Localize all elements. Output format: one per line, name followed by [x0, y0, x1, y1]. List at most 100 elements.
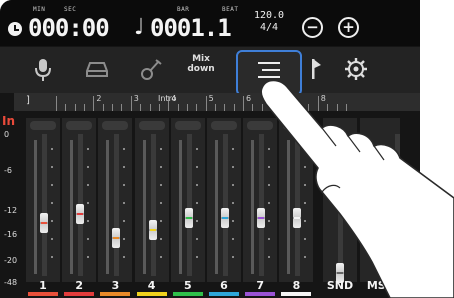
microphone-icon[interactable]	[34, 57, 52, 83]
ruler-tick	[214, 104, 216, 111]
mst-fader-track	[395, 134, 400, 276]
channel-fader[interactable]	[148, 220, 157, 241]
position-counter: 0001.1	[150, 14, 232, 42]
ruler-tick	[186, 104, 188, 111]
time-signature: 4/4	[259, 22, 279, 33]
scale-dot	[195, 238, 198, 240]
zoom-out-button[interactable]: −	[302, 17, 323, 38]
channel-number: 8	[292, 279, 301, 292]
channel-color-bar	[172, 292, 203, 296]
instrument-icon[interactable]	[140, 57, 162, 81]
pan-knob[interactable]	[102, 121, 129, 130]
tempo-value: 120.0	[253, 10, 285, 21]
scale-label: 0	[4, 130, 10, 139]
metronome-icon[interactable]	[309, 57, 323, 81]
scale-dot	[123, 148, 126, 150]
scale-dot	[232, 202, 234, 204]
level-meter	[142, 140, 146, 274]
scale-label: -48	[4, 278, 18, 287]
ruler-bar-number: 6	[246, 94, 252, 103]
ruler-tick	[65, 104, 67, 111]
settings-gear-icon[interactable]	[344, 57, 368, 81]
channel-color-bar	[64, 292, 95, 296]
scale-dot	[304, 220, 307, 222]
pan-knob[interactable]	[138, 121, 165, 130]
channel-color-bar	[136, 292, 167, 296]
level-meter	[70, 140, 74, 274]
ruler-tick	[130, 96, 132, 111]
channel-fader[interactable]	[112, 228, 121, 249]
fader-track	[186, 134, 192, 276]
channel-number: 3	[111, 279, 120, 292]
mixdown-button[interactable]: Mix down	[184, 54, 218, 74]
fader-track	[42, 134, 47, 276]
scale-dot	[195, 202, 198, 204]
ruler-tick	[243, 96, 244, 111]
scale-dot	[232, 256, 234, 258]
scale-dot	[159, 166, 162, 168]
ruler-tick	[196, 104, 198, 111]
scale-label: -20	[4, 256, 18, 265]
scale-dot	[195, 256, 198, 258]
min-label: MIN	[33, 6, 46, 13]
scale-dot	[123, 220, 126, 222]
zoom-in-button[interactable]: +	[338, 17, 359, 38]
scale-dot	[304, 184, 307, 186]
ruler-tick	[74, 104, 76, 111]
ruler-tick	[271, 104, 273, 111]
channel-color-bar	[209, 292, 239, 296]
pan-knob[interactable]	[247, 121, 274, 130]
scale-dot	[304, 202, 307, 204]
pan-knob[interactable]	[211, 121, 237, 130]
counter-bar: MIN SEC 000:00 BAR BEAT ♩ 0001.1 120.0 4…	[0, 0, 420, 46]
scale-dot	[268, 184, 271, 186]
level-meter	[215, 140, 218, 274]
scale-dot	[268, 148, 271, 150]
channel-number: 1	[39, 279, 47, 292]
scale-dot	[51, 238, 53, 240]
beat-label: BEAT	[222, 6, 239, 13]
ruler-bar-number: 7	[283, 94, 289, 103]
ruler-tick	[121, 104, 123, 111]
pan-knob[interactable]	[66, 121, 93, 130]
scale-dot	[123, 256, 126, 258]
snd-label: SND	[326, 279, 354, 292]
level-meter	[34, 140, 37, 274]
channel-number: 2	[75, 279, 84, 292]
channel-fader[interactable]	[293, 207, 302, 228]
channel-fader[interactable]	[257, 207, 266, 228]
channel-fader[interactable]	[184, 207, 193, 228]
scale-dot	[123, 202, 126, 204]
scale-dot	[87, 148, 90, 150]
pan-knob[interactable]	[30, 121, 56, 130]
fader-track	[114, 134, 120, 276]
scale-dot	[304, 148, 307, 150]
channel-fader[interactable]	[40, 213, 48, 234]
channel-fader[interactable]	[221, 207, 229, 228]
scale-label: -16	[4, 230, 18, 239]
scale-dot	[51, 184, 53, 186]
pan-knob[interactable]	[174, 121, 201, 130]
scale-dot	[268, 256, 271, 258]
scale-dot	[268, 202, 271, 204]
fader-track	[295, 134, 301, 276]
ruler-tick	[93, 96, 95, 111]
channel-color-bar	[245, 292, 276, 296]
scale-dot	[159, 238, 162, 240]
pan-knob[interactable]	[283, 121, 310, 130]
ruler-bar-number: 3	[133, 94, 139, 103]
channel-color-bar	[100, 292, 131, 296]
ruler-tick	[336, 104, 338, 111]
scale-dot	[195, 148, 198, 150]
ruler-tick	[149, 104, 151, 111]
mixer-button[interactable]	[236, 50, 302, 96]
scale-dot	[159, 220, 162, 222]
scale-dot	[51, 202, 53, 204]
ruler-tick	[345, 104, 347, 111]
tempo-display[interactable]: 120.0 4/4	[252, 10, 286, 34]
level-meter	[106, 140, 110, 274]
ruler-tick	[158, 104, 160, 111]
channel-fader[interactable]	[76, 203, 85, 224]
channel-number: 6	[220, 279, 228, 292]
storage-icon[interactable]	[86, 59, 108, 79]
